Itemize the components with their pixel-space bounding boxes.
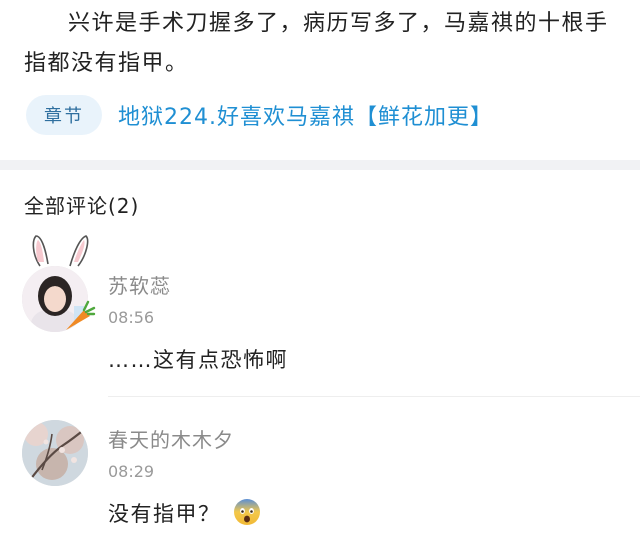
- bunny-ears-icon: [32, 235, 89, 267]
- comment-item: 春天的木木夕 08:29 没有指甲？: [0, 410, 640, 550]
- comments-section: 全部评论(2) 苏软蕊 08:56 ……这有点恐怖啊 春天的木木夕 08:29 …: [0, 170, 640, 550]
- comment-separator: [108, 396, 640, 397]
- chapter-row[interactable]: 章节 地狱224.好喜欢马嘉祺【鲜花加更】: [26, 94, 493, 136]
- comment-item: 苏软蕊 08:56 ……这有点恐怖啊: [0, 232, 640, 382]
- comment-content-row: 没有指甲？: [108, 498, 261, 528]
- story-paragraph: 兴许是手术刀握多了，病历写多了，马嘉祺的十根手指都没有指甲。: [24, 11, 609, 76]
- comment-page: 兴许是手术刀握多了，病历写多了，马嘉祺的十根手指都没有指甲。 章节 地狱224.…: [0, 0, 640, 550]
- comment-time: 08:29: [108, 462, 155, 481]
- carrot-icon: [66, 300, 96, 330]
- chapter-title-link[interactable]: 地狱224.好喜欢马嘉祺【鲜花加更】: [118, 99, 493, 131]
- comment-content: ……这有点恐怖啊: [108, 348, 288, 372]
- comment-username[interactable]: 苏软蕊: [108, 270, 171, 299]
- story-section: 兴许是手术刀握多了，病历写多了，马嘉祺的十根手指都没有指甲。 章节 地狱224.…: [0, 0, 640, 160]
- comment-content: 没有指甲？: [108, 502, 221, 526]
- comments-title: 全部评论(2): [24, 194, 140, 218]
- chapter-tag: 章节: [26, 95, 102, 135]
- avatar[interactable]: [22, 420, 88, 486]
- comment-username[interactable]: 春天的木木夕: [108, 424, 234, 453]
- comment-time: 08:56: [108, 308, 155, 327]
- avatar-blossom-icon: [22, 420, 88, 486]
- section-divider: [0, 160, 640, 170]
- fearful-face-icon: [233, 499, 260, 525]
